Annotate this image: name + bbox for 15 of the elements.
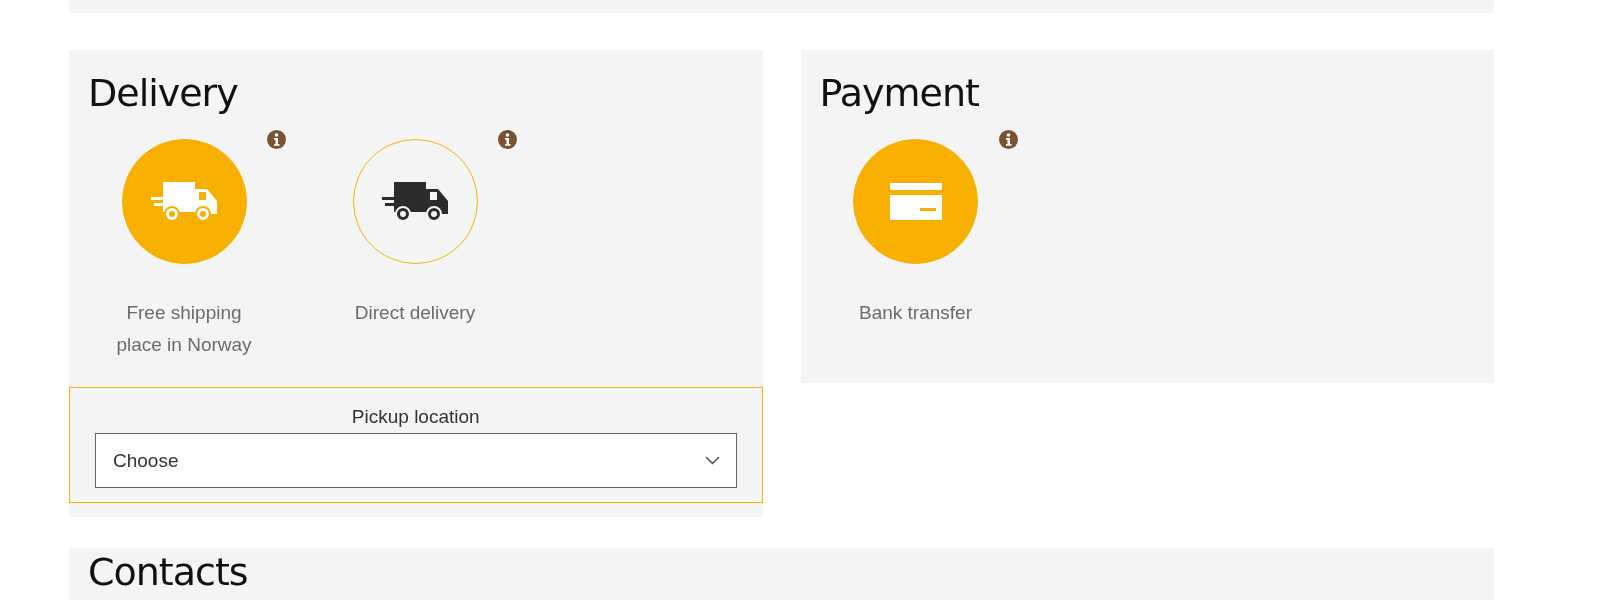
info-icon[interactable]	[498, 130, 517, 149]
option-label: Free shipping place in Norway	[115, 301, 253, 357]
field-label: Pickup location	[351, 405, 480, 429]
info-icon[interactable]	[267, 130, 286, 149]
truck-icon	[151, 180, 217, 223]
option-label: Direct delivery	[353, 301, 477, 325]
card-icon	[889, 183, 942, 220]
section-title: Contacts	[88, 552, 248, 592]
pickup-select[interactable]: Choose	[95, 433, 737, 488]
section-title: Payment	[819, 71, 979, 115]
chevron-down-icon	[704, 456, 720, 465]
option-label: Bank transfer	[858, 301, 973, 325]
truck-icon	[382, 180, 448, 223]
info-icon[interactable]	[998, 130, 1018, 149]
section-title: Delivery	[88, 71, 238, 115]
